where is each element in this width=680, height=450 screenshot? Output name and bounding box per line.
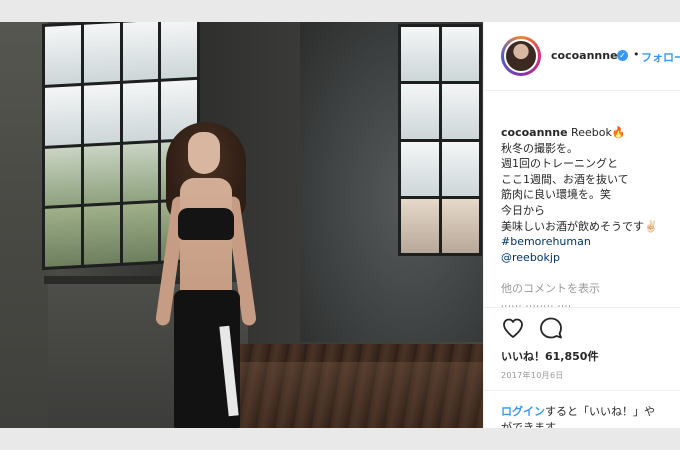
username-link[interactable]: cocoannne <box>551 49 618 62</box>
caption-line: 今日から <box>501 203 545 217</box>
caption-line: 週1回のトレーニングと <box>501 157 618 171</box>
login-prompt-line-2: ができます。 <box>501 421 566 428</box>
photo-wall-left <box>0 22 48 428</box>
login-link[interactable]: ログイン <box>501 405 545 418</box>
comment-icon[interactable] <box>539 316 563 340</box>
caption-line: ここ1週間、お酒を抜いて <box>501 172 629 186</box>
heart-icon[interactable] <box>501 316 525 340</box>
caption-first-text: Reebok🔥 <box>571 126 626 139</box>
photo-window-right <box>398 24 482 256</box>
instagram-post-card: cocoannne ✓ • フォロー cocoannne Reebok🔥 秋冬の… <box>0 22 680 428</box>
login-prompt-text: すると「いいね！」や <box>545 405 655 418</box>
caption-author-link[interactable]: cocoannne <box>501 126 568 139</box>
mention-link[interactable]: @reebokjp <box>501 250 680 266</box>
divider <box>484 390 680 391</box>
header-separator: • <box>633 48 640 61</box>
caption-line: 美味しいお酒が飲めそうです✌🏻 <box>501 219 658 233</box>
divider <box>484 307 680 308</box>
follow-button[interactable]: フォロー <box>641 49 680 65</box>
post-header: cocoannne ✓ • フォロー <box>484 22 680 91</box>
caption-first-line: cocoannne Reebok🔥 <box>501 125 680 141</box>
post-date[interactable]: 2017年10月6日 <box>501 370 564 381</box>
hashtag-link[interactable]: #bemorehuman <box>501 234 680 250</box>
post-side-panel: cocoannne ✓ • フォロー cocoannne Reebok🔥 秋冬の… <box>483 22 680 428</box>
caption-line: 秋冬の撮影を。 <box>501 141 578 155</box>
login-prompt: ログインすると「いいね！」や ができます。 <box>501 404 680 428</box>
post-photo[interactable] <box>0 22 483 428</box>
verified-badge-icon: ✓ <box>617 50 628 61</box>
avatar[interactable] <box>501 36 541 76</box>
view-more-comments-link[interactable]: 他のコメントを表示 <box>501 280 600 296</box>
post-caption: cocoannne Reebok🔥 秋冬の撮影を。 週1回のトレーニングと ここ… <box>501 125 680 265</box>
avatar-image <box>504 39 538 73</box>
likes-count[interactable]: いいね！61,850件 <box>501 348 598 364</box>
photo-person <box>150 118 290 428</box>
caption-line: 筋肉に良い環境を。笑 <box>501 188 611 202</box>
login-prompt-line-1: ログインすると「いいね！」や <box>501 404 680 420</box>
